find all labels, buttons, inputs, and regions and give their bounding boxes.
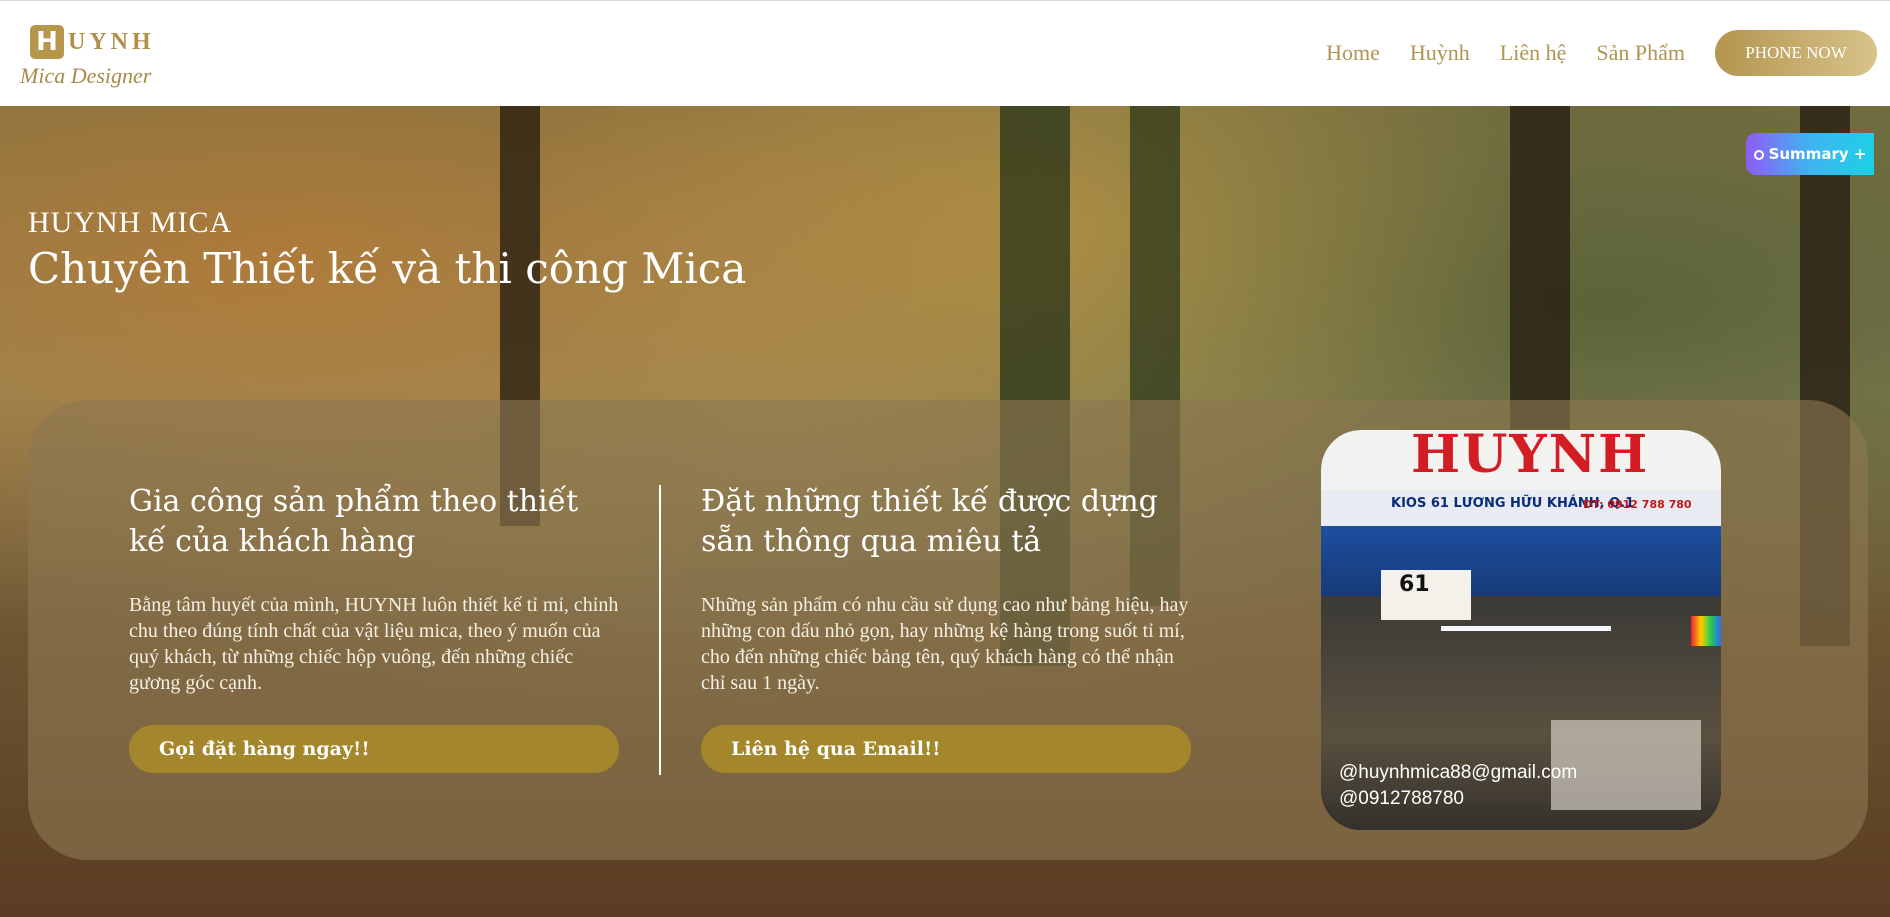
hero-title: Chuyên Thiết kế và thi công Mica xyxy=(28,244,747,293)
main-nav: Home Huỳnh Liên hệ Sản Phẩm PHONE NOW xyxy=(1296,29,1890,77)
logo[interactable]: H UYNH xyxy=(30,25,155,59)
led-sign xyxy=(1691,616,1721,646)
feature-custom: Gia công sản phẩm theo thiết kế của khác… xyxy=(129,482,619,696)
feature-prebuilt: Đặt những thiết kế được dựng sẵn thông q… xyxy=(701,482,1191,696)
feature-body: Bằng tâm huyết của mình, HUYNH luôn thiế… xyxy=(129,594,619,694)
phone-now-button[interactable]: PHONE NOW xyxy=(1715,30,1877,76)
email-contact-button[interactable]: Liên hệ qua Email!! xyxy=(701,725,1191,773)
search-icon xyxy=(1753,150,1764,160)
kiosk-number: 61 xyxy=(1399,572,1430,597)
summary-label: Summary + xyxy=(1768,145,1867,163)
nav-home[interactable]: Home xyxy=(1326,40,1380,66)
site-header: H UYNH Mica Designer Home Huỳnh Liên hệ … xyxy=(0,0,1890,106)
shop-sign-name: HUYNH xyxy=(1411,430,1650,485)
nav-huynh[interactable]: Huỳnh xyxy=(1410,40,1470,66)
contact-phone[interactable]: @0912788780 xyxy=(1339,786,1577,812)
feature-title: Gia công sản phẩm theo thiết kế của khác… xyxy=(129,484,579,559)
nav-contact[interactable]: Liên hệ xyxy=(1500,40,1567,66)
shop-contact: @huynhmica88@gmail.com @0912788780 xyxy=(1339,760,1577,812)
column-divider xyxy=(659,485,661,775)
features-card: Gia công sản phẩm theo thiết kế của khác… xyxy=(28,400,1868,860)
feature-body: Những sản phẩm có nhu cầu sử dụng cao nh… xyxy=(701,594,1189,694)
feature-title: Đặt những thiết kế được dựng sẵn thông q… xyxy=(701,484,1158,559)
nav-products[interactable]: Sản Phẩm xyxy=(1596,40,1685,66)
shop-photo: HUYNH KIOS 61 LƯƠNG HỮU KHÁNH, Q.1 ĐT: 0… xyxy=(1321,430,1721,830)
logo-mark: H xyxy=(30,25,64,59)
summary-widget-button[interactable]: Summary + xyxy=(1746,133,1874,175)
kiosk-sign: 61 xyxy=(1381,570,1471,620)
logo-wordmark: UYNH xyxy=(68,28,155,55)
shop-light xyxy=(1441,626,1611,631)
order-now-button[interactable]: Gọi đặt hàng ngay!! xyxy=(129,725,619,773)
hero-kicker: HUYNH MICA xyxy=(28,206,233,239)
logo-tagline: Mica Designer xyxy=(20,63,152,88)
contact-email[interactable]: @huynhmica88@gmail.com xyxy=(1339,760,1577,786)
shop-sign-phone: ĐT: 0912 788 780 xyxy=(1583,498,1692,511)
